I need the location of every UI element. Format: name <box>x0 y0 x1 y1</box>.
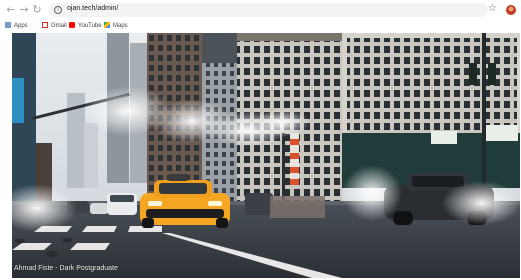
striped-pole-band <box>290 153 299 159</box>
hero-photo: Ahmad Fiste - Dark Postgraduate <box>12 33 520 278</box>
striped-pole-band <box>290 139 299 145</box>
bookmark-label: Maps <box>113 23 128 29</box>
crosswalk-stripe <box>82 226 117 232</box>
steam-cloud <box>442 181 520 225</box>
bookmark-apps[interactable]: Apps <box>5 21 28 31</box>
pigeon <box>15 238 25 244</box>
blue-sign <box>12 78 24 123</box>
maps-icon <box>104 22 110 28</box>
traffic-pole <box>482 33 486 203</box>
steam-cloud <box>342 165 402 221</box>
url-text[interactable]: ojan.tech/admin/ <box>67 5 118 12</box>
traffic-light <box>488 63 496 85</box>
striped-pole-band <box>290 167 299 173</box>
browser-toolbar: ← → ↻ i ojan.tech/admin/ ☆ <box>0 0 521 20</box>
barricade <box>270 196 325 218</box>
pigeon <box>46 251 58 257</box>
car <box>90 203 108 214</box>
arrow-right-icon[interactable]: → <box>18 4 30 16</box>
bookmark-label: YouTube <box>78 23 102 29</box>
traffic-light <box>469 63 477 85</box>
store-sign <box>482 125 518 141</box>
youtube-icon <box>69 22 75 28</box>
city-street-image <box>12 33 520 278</box>
store-sign <box>431 131 457 144</box>
address-bar[interactable]: i ojan.tech/admin/ <box>48 3 488 17</box>
bookmark-gmail[interactable]: Gmail <box>42 21 67 31</box>
car-window <box>110 195 134 202</box>
bookmarks-bar: Apps Gmail YouTube Maps <box>0 20 521 32</box>
photo-caption: Ahmad Fiste - Dark Postgraduate <box>14 265 118 272</box>
bookmark-youtube[interactable]: YouTube <box>69 21 102 31</box>
van <box>245 193 273 215</box>
bookmark-label: Gmail <box>51 23 67 29</box>
reload-icon[interactable]: ↻ <box>31 4 43 16</box>
center-building-dark <box>202 33 237 63</box>
stone-building-top <box>237 33 342 41</box>
crosswalk-stripe <box>70 243 110 250</box>
bookmark-maps[interactable]: Maps <box>104 21 128 31</box>
far-building <box>84 123 98 188</box>
apps-grid-icon <box>5 22 11 28</box>
bookmark-label: Apps <box>14 23 28 29</box>
pigeon <box>62 237 72 243</box>
star-icon[interactable]: ☆ <box>488 3 497 14</box>
profile-avatar[interactable] <box>506 5 516 15</box>
steam-cloud <box>254 109 310 137</box>
info-icon[interactable]: i <box>54 6 62 14</box>
striped-pole-band <box>290 179 299 185</box>
gmail-icon <box>42 22 48 28</box>
arrow-left-icon[interactable]: ← <box>5 4 17 16</box>
right-building-windows <box>347 38 517 133</box>
